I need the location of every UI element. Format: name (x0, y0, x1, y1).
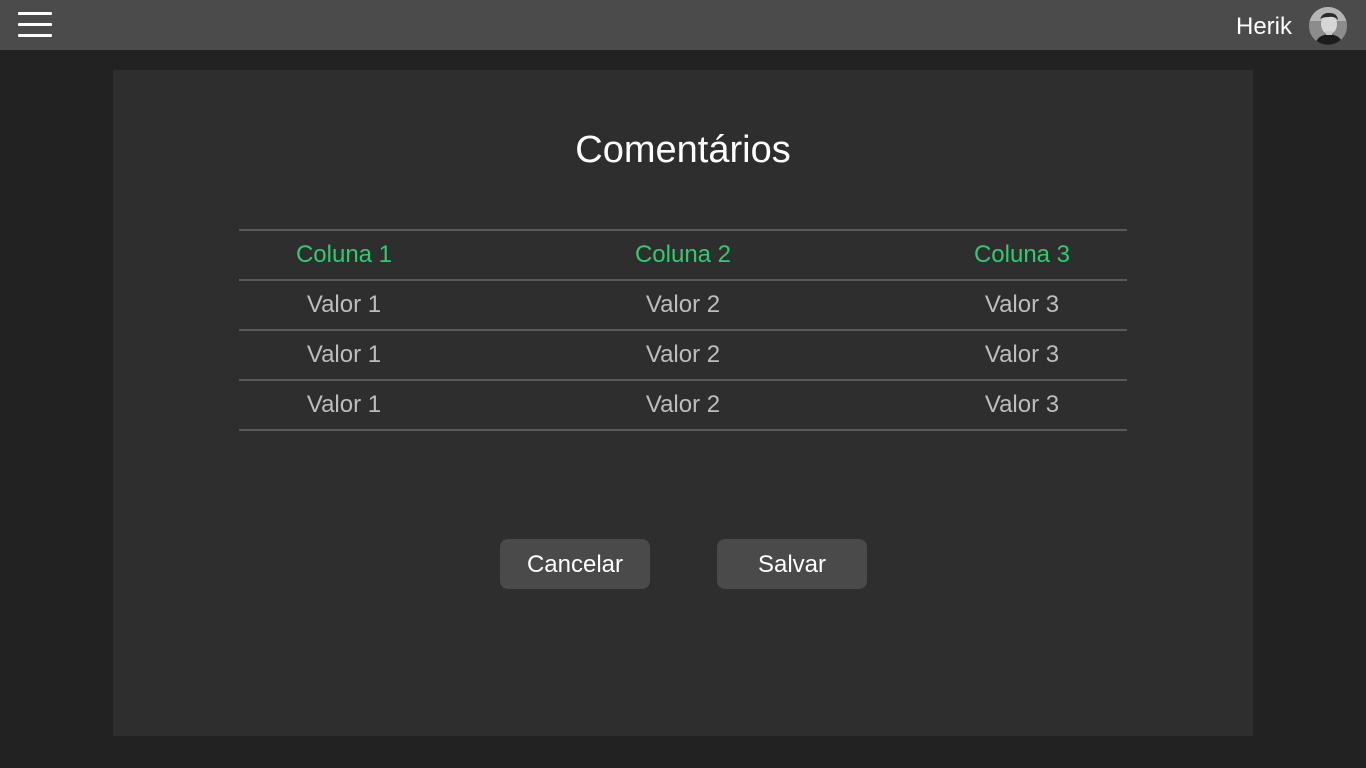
column-header-1[interactable]: Coluna 1 (239, 229, 449, 281)
page-title: Comentários (575, 129, 791, 171)
table-cell: Valor 2 (449, 329, 917, 381)
column-header-2[interactable]: Coluna 2 (449, 229, 917, 281)
table-cell: Valor 3 (917, 379, 1127, 431)
table-cell: Valor 2 (449, 279, 917, 331)
comments-table: Coluna 1 Coluna 2 Coluna 3 Valor 1 Valor… (239, 229, 1127, 431)
table-cell: Valor 1 (239, 329, 449, 381)
top-bar: Herik (0, 0, 1366, 50)
cancel-button[interactable]: Cancelar (500, 539, 650, 589)
table-cell: Valor 3 (917, 329, 1127, 381)
save-button[interactable]: Salvar (717, 539, 867, 589)
table-header-row: Coluna 1 Coluna 2 Coluna 3 (239, 229, 1127, 281)
user-avatar[interactable] (1309, 7, 1347, 45)
table-cell: Valor 3 (917, 279, 1127, 331)
table-cell: Valor 1 (239, 279, 449, 331)
hamburger-menu-icon[interactable] (18, 12, 52, 38)
username[interactable]: Herik (1236, 12, 1292, 42)
table-row[interactable]: Valor 1 Valor 2 Valor 3 (239, 279, 1127, 331)
table-cell: Valor 1 (239, 379, 449, 431)
column-header-3[interactable]: Coluna 3 (917, 229, 1127, 281)
table-row[interactable]: Valor 1 Valor 2 Valor 3 (239, 329, 1127, 381)
table-row[interactable]: Valor 1 Valor 2 Valor 3 (239, 379, 1127, 431)
table-cell: Valor 2 (449, 379, 917, 431)
